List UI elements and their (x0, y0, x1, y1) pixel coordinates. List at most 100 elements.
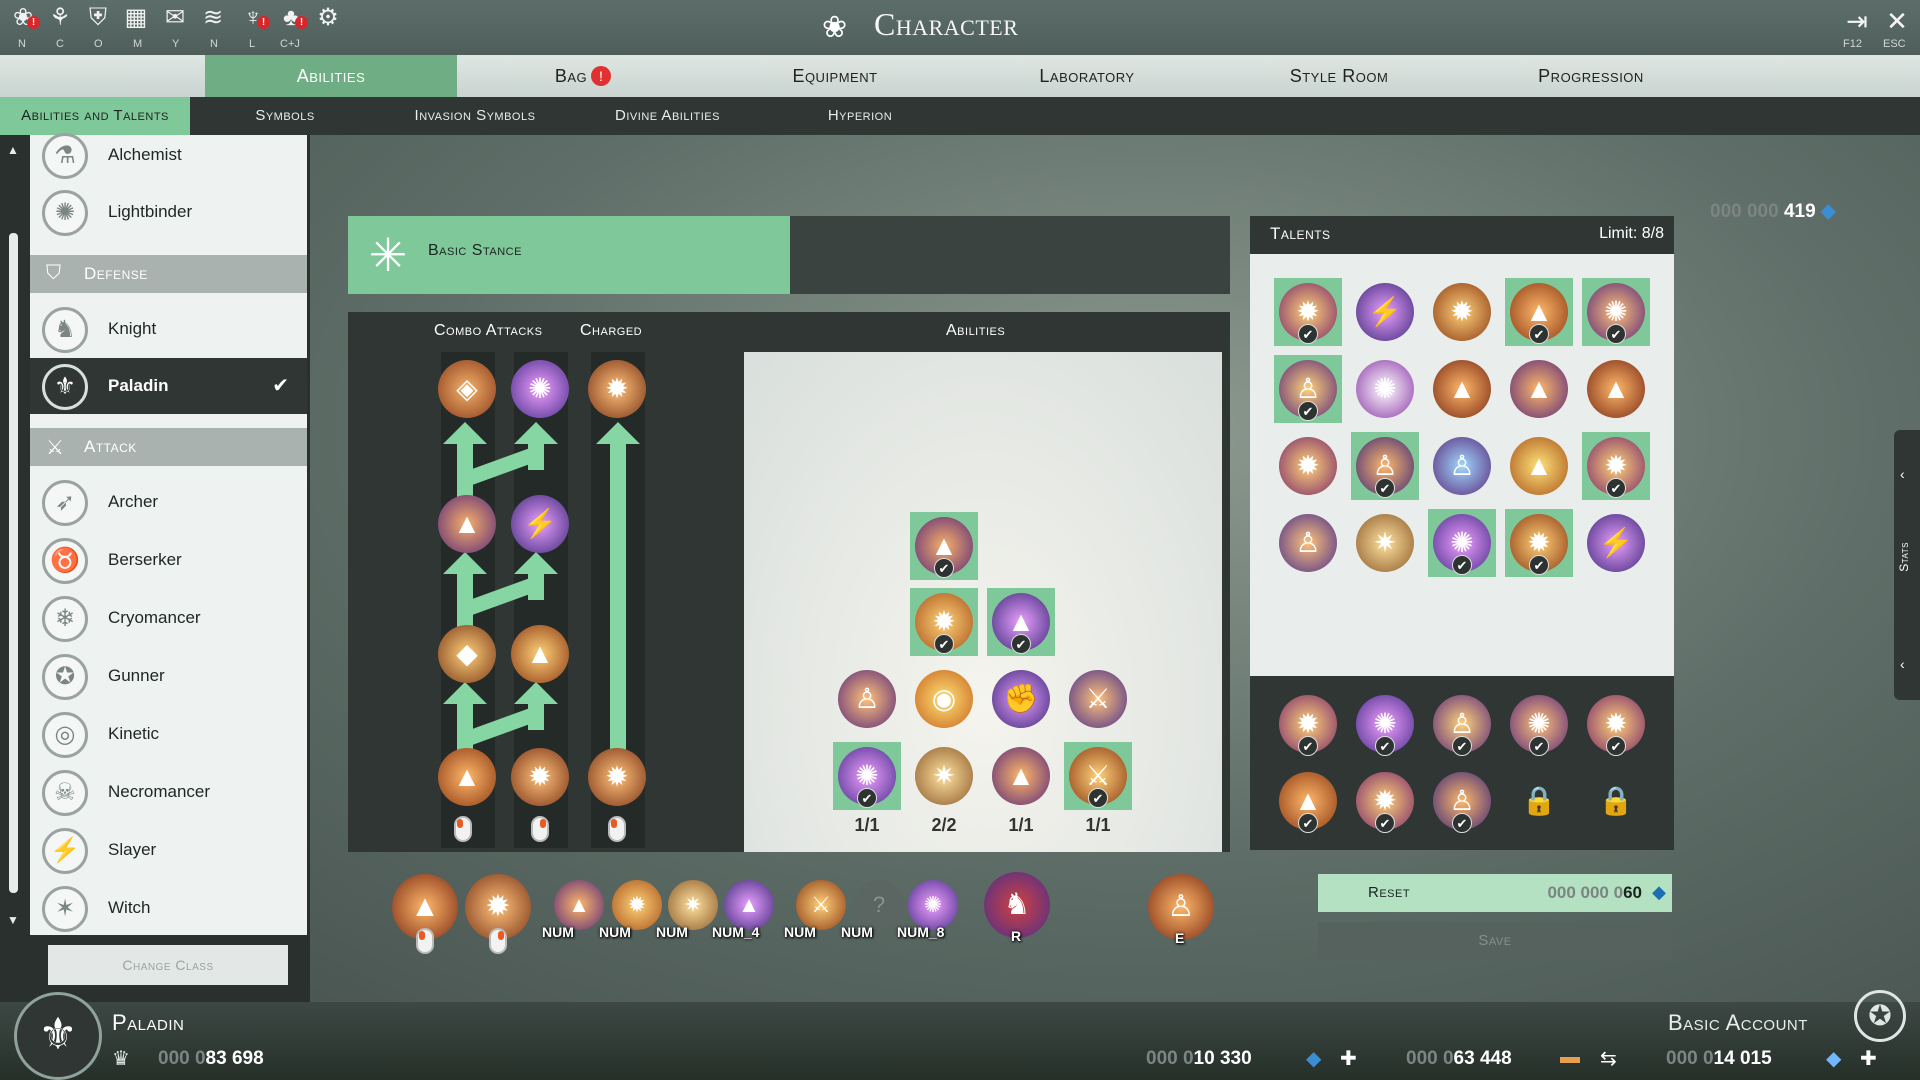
scroll-up-icon[interactable]: ▲ (6, 143, 20, 157)
talent-slot[interactable]: ▲ ✔ (1505, 278, 1573, 346)
add-crystals-button[interactable]: ✚ (1340, 1046, 1357, 1071)
subtab-invasion-symbols[interactable]: Invasion Symbols (390, 97, 560, 135)
class-item-alchemist[interactable]: ⚗ Alchemist (30, 127, 307, 183)
ability-slot[interactable]: ✹ ✔ (910, 588, 978, 656)
reset-button[interactable]: Reset 000 000 060 ◆ (1318, 874, 1672, 912)
settings-gear-icon[interactable]: ⚙ (313, 4, 343, 38)
tab-style-room[interactable]: Style Room (1213, 55, 1465, 97)
holy-wave-icon[interactable]: ✺ (511, 360, 569, 418)
tab-bag[interactable]: Bag! (457, 55, 709, 97)
sword-rise-icon[interactable]: ▲ (438, 495, 496, 553)
hotbar-ability-icon[interactable]: ▲ (554, 880, 604, 930)
chevron-left-icon[interactable]: ‹ (1900, 466, 1905, 482)
equipped-talent-slot[interactable]: ✺ ✔ (1505, 690, 1573, 758)
character-icon[interactable]: ❀! (8, 4, 40, 38)
talent-slot[interactable]: ▲ (1582, 355, 1650, 423)
exchange-button[interactable]: ⇆ (1600, 1046, 1617, 1071)
talent-slot[interactable]: ✷ (1351, 509, 1419, 577)
ability-slot[interactable]: ✊ (987, 665, 1055, 733)
class-item-lightbinder[interactable]: ✺ Lightbinder (30, 184, 307, 240)
stance-basic[interactable] (348, 216, 790, 294)
map-icon[interactable]: ▦ (121, 4, 151, 38)
scroll-thumb[interactable] (9, 233, 18, 893)
class-item-paladin[interactable]: ⚜ Paladin ✔ (30, 358, 307, 414)
hotbar-ability-icon[interactable]: ⚔ (796, 880, 846, 930)
talent-slot[interactable]: ✹ ✔ (1505, 509, 1573, 577)
talent-slot[interactable]: ✺ (1351, 355, 1419, 423)
talent-slot[interactable]: ♙ ✔ (1351, 432, 1419, 500)
empty-slot-icon[interactable]: ? (854, 880, 904, 930)
talent-slot[interactable]: ✺ ✔ (1428, 509, 1496, 577)
equipped-talent-slot[interactable]: ▲ ✔ (1274, 767, 1342, 835)
talent-slot[interactable]: ⚡ (1351, 278, 1419, 346)
ability-slot[interactable]: ⚔ (1064, 665, 1132, 733)
charged-burst-icon[interactable]: ✹ (588, 360, 646, 418)
equipped-talent-slot[interactable]: ♙ ✔ (1428, 690, 1496, 758)
tab-laboratory[interactable]: Laboratory (961, 55, 1213, 97)
tab-abilities[interactable]: Abilities (205, 55, 457, 97)
social-icon[interactable]: ♣! (276, 4, 308, 38)
ability-slot[interactable]: ▲ (987, 742, 1055, 810)
add-diamonds-button[interactable]: ✚ (1860, 1046, 1877, 1071)
ability-slot[interactable]: ▲ ✔ (987, 588, 1055, 656)
talent-slot[interactable]: ▲ (1428, 355, 1496, 423)
talent-slot[interactable]: ✺ ✔ (1582, 278, 1650, 346)
ranking-icon[interactable]: ♆! (238, 4, 270, 38)
class-item-knight[interactable]: ♞ Knight (30, 301, 307, 357)
ability-slot[interactable]: ♙ (833, 665, 901, 733)
chat-icon[interactable]: ✉ (160, 4, 190, 38)
class-item-necromancer[interactable]: ☠ Necromancer (30, 764, 307, 820)
change-class-button[interactable]: Change Class (48, 945, 288, 985)
class-item-kinetic[interactable]: ◎ Kinetic (30, 706, 307, 762)
class-item-slayer[interactable]: ⚡ Slayer (30, 822, 307, 878)
combo-finisher-icon[interactable]: ▲ (438, 748, 496, 806)
talent-slot[interactable]: ▲ (1505, 355, 1573, 423)
equipped-talent-slot[interactable]: ✹ ✔ (1582, 690, 1650, 758)
charged-finisher-icon[interactable]: ✹ (588, 748, 646, 806)
account-star-icon[interactable]: ✪ (1854, 990, 1906, 1042)
tab-equipment[interactable]: Equipment (709, 55, 961, 97)
equipped-talent-slot[interactable]: ✹ ✔ (1274, 690, 1342, 758)
hotbar-ability-icon[interactable]: ✹ (612, 880, 662, 930)
ability-slot[interactable]: ▲ ✔ (910, 512, 978, 580)
talent-slot[interactable]: ✹ ✔ (1582, 432, 1650, 500)
ability-slot[interactable]: ⚔ ✔ (1064, 742, 1132, 810)
hotbar-ability-icon[interactable]: ✺ (908, 880, 958, 930)
talent-slot[interactable]: ▲ (1505, 432, 1573, 500)
sidebar-scrollbar[interactable]: ▲ ▼ (6, 143, 20, 927)
hotbar-ability-icon[interactable]: ✷ (668, 880, 718, 930)
tab-progression[interactable]: Progression (1465, 55, 1717, 97)
save-button[interactable]: Save (1318, 922, 1672, 960)
class-item-cryomancer[interactable]: ❄ Cryomancer (30, 590, 307, 646)
equipped-talent-slot[interactable]: ✺ ✔ (1351, 690, 1419, 758)
ability-slot[interactable]: ✷ (910, 742, 978, 810)
talent-slot[interactable]: ✹ (1428, 278, 1496, 346)
talent-slot[interactable]: ✹ (1274, 432, 1342, 500)
equipped-talent-slot[interactable]: ✹ ✔ (1351, 767, 1419, 835)
radiant-burst-icon[interactable]: ✹ (511, 748, 569, 806)
chevron-left-icon[interactable]: ‹ (1900, 656, 1905, 672)
ability-slot[interactable]: ✺ ✔ (833, 742, 901, 810)
scroll-down-icon[interactable]: ▼ (6, 913, 20, 927)
class-item-witch[interactable]: ✶ Witch (30, 880, 307, 936)
guild-icon[interactable]: ⛨ (83, 4, 113, 38)
shield-strike-icon[interactable]: ◈ (438, 360, 496, 418)
flame-peak-icon[interactable]: ▲ (511, 625, 569, 683)
class-item-berserker[interactable]: ♉ Berserker (30, 532, 307, 588)
talent-slot[interactable]: ⚡ (1582, 509, 1650, 577)
subtab-divine-abilities[interactable]: Divine Abilities (590, 97, 745, 135)
stats-side-tab[interactable]: ‹ Stats ‹ (1894, 430, 1920, 700)
close-button[interactable]: ✕ (1880, 6, 1914, 37)
skills-icon[interactable]: ⚘ (45, 4, 75, 38)
talent-slot[interactable]: ♙ (1274, 509, 1342, 577)
subtab-hyperion[interactable]: Hyperion (790, 97, 930, 135)
lightning-strike-icon[interactable]: ⚡ (511, 495, 569, 553)
hotbar-ability-icon[interactable]: ▲ (724, 880, 774, 930)
talent-slot[interactable]: ♙ (1428, 432, 1496, 500)
class-item-archer[interactable]: ➶ Archer (30, 474, 307, 530)
talent-slot[interactable]: ♙ ✔ (1274, 355, 1342, 423)
exit-button[interactable]: ⇥ (1840, 6, 1874, 37)
blade-slash-icon[interactable]: ◆ (438, 625, 496, 683)
talent-slot[interactable]: ✹ ✔ (1274, 278, 1342, 346)
ability-slot[interactable]: ◉ (910, 665, 978, 733)
